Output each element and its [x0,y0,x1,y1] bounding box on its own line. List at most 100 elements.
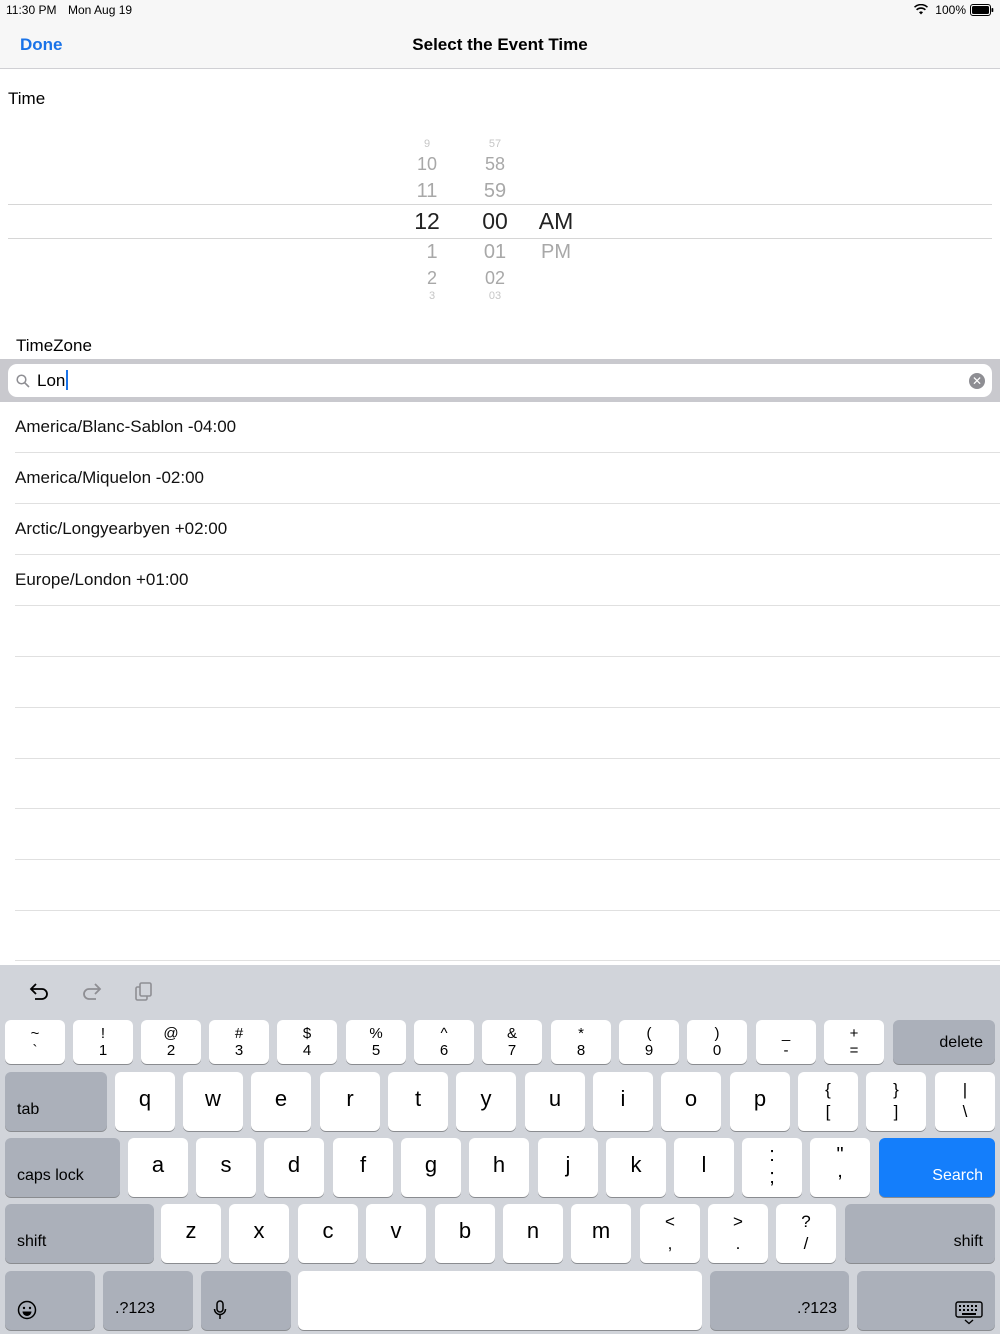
wifi-icon [914,4,928,15]
space-bar[interactable] [298,1271,702,1330]
numbers-key-right[interactable]: .?123 [710,1271,849,1330]
key-7[interactable]: & 7 [482,1020,542,1064]
picker-period[interactable]: PM [526,241,586,264]
dictation-key[interactable] [201,1271,291,1330]
paste-icon[interactable] [132,980,156,1004]
key-0[interactable]: ) 0 [687,1020,747,1064]
key-1[interactable]: ! 1 [73,1020,133,1064]
key-colon[interactable]: :; [742,1138,802,1197]
picker-period-selected[interactable]: AM [526,208,586,235]
key-f[interactable]: f [333,1138,393,1197]
picker-minute[interactable]: 57 [465,138,525,150]
key-slash[interactable]: ? / [776,1204,836,1263]
shift-key-right[interactable]: shift [845,1204,995,1263]
status-bar: 11:30 PM Mon Aug 19 100% [0,0,1000,20]
key-z[interactable]: z [161,1204,221,1263]
key-v[interactable]: v [366,1204,426,1263]
picker-hour[interactable]: 1 [402,241,462,264]
picker-minute[interactable]: 03 [465,290,525,302]
key-8[interactable]: * 8 [551,1020,611,1064]
delete-key[interactable]: delete [893,1020,995,1064]
row-separator [15,758,1000,759]
tab-key[interactable]: tab [5,1072,107,1131]
key-brace-left[interactable]: {[ [798,1072,858,1131]
picker-minute[interactable]: 01 [465,241,525,264]
list-item[interactable]: Arctic/Longyearbyen +02:00 [0,504,1000,555]
picker-minute[interactable]: 59 [465,180,525,203]
key-d[interactable]: d [264,1138,324,1197]
key-r[interactable]: r [320,1072,380,1131]
key-j[interactable]: j [538,1138,598,1197]
key-pipe[interactable]: | \ [935,1072,995,1131]
battery-icon [970,4,994,16]
numbers-key-left[interactable]: .?123 [103,1271,193,1330]
row-separator [15,808,1000,809]
key-b[interactable]: b [435,1204,495,1263]
picker-minute[interactable]: 02 [465,268,525,289]
search-input[interactable]: Lon [37,370,69,391]
key-2[interactable]: @2 [141,1020,201,1064]
key-brace-right[interactable]: }] [866,1072,926,1131]
key-comma[interactable]: <, [640,1204,700,1263]
key-q[interactable]: q [115,1072,175,1131]
key-x[interactable]: x [229,1204,289,1263]
key-9[interactable]: (9 [619,1020,679,1064]
key-equals[interactable]: + = [824,1020,884,1064]
key-3[interactable]: #3 [209,1020,269,1064]
key-g[interactable]: g [401,1138,461,1197]
key-c[interactable]: c [298,1204,358,1263]
key-period[interactable]: >. [708,1204,768,1263]
search-field[interactable]: Lon ✕ [8,364,992,397]
shift-key-left[interactable]: shift [5,1204,154,1263]
picker-minute[interactable]: 58 [465,154,525,175]
key-w[interactable]: w [183,1072,243,1131]
row-separator [15,859,1000,860]
key-t[interactable]: t [388,1072,448,1131]
key-tilde[interactable]: ~ ` [5,1020,65,1064]
clear-circle-icon[interactable]: ✕ [969,373,985,389]
undo-icon[interactable] [27,980,51,1004]
picker-minute-selected[interactable]: 00 [465,208,525,235]
page-title: Select the Event Time [412,35,588,54]
navigation-bar: Done Select the Event Time [0,20,1000,69]
caps-lock-key[interactable]: caps lock [5,1138,120,1197]
picker-hour[interactable]: 3 [402,290,462,302]
key-k[interactable]: k [606,1138,666,1197]
time-picker[interactable]: 9 10 11 12 1 2 3 57 58 59 00 01 02 03 AM… [0,120,1000,320]
key-l[interactable]: l [674,1138,734,1197]
key-4[interactable]: $4 [277,1020,337,1064]
picker-hour[interactable]: 2 [402,268,462,289]
key-n[interactable]: n [503,1204,563,1263]
key-u[interactable]: u [525,1072,585,1131]
key-m[interactable]: m [571,1204,631,1263]
hide-keyboard-key[interactable] [857,1271,995,1330]
list-item[interactable]: America/Miquelon -02:00 [0,453,1000,504]
key-quote[interactable]: ", [810,1138,870,1197]
redo-icon[interactable] [80,980,104,1004]
key-h[interactable]: h [469,1138,529,1197]
list-item[interactable]: Europe/London +01:00 [0,555,1000,606]
key-e[interactable]: e [251,1072,311,1131]
row-separator [15,707,1000,708]
key-5[interactable]: % 5 [346,1020,406,1064]
key-i[interactable]: i [593,1072,653,1131]
key-6[interactable]: ^ 6 [414,1020,474,1064]
list-item[interactable]: America/Blanc-Sablon -04:00 [0,402,1000,453]
row-separator [15,960,1000,961]
row-separator [15,910,1000,911]
key-p[interactable]: p [730,1072,790,1131]
key-minus[interactable]: _ - [756,1020,816,1064]
picker-hour[interactable]: 9 [397,138,457,150]
key-a[interactable]: a [128,1138,188,1197]
picker-hour-selected[interactable]: 12 [397,208,457,235]
key-y[interactable]: y [456,1072,516,1131]
picker-selection-bottom-line [8,238,992,239]
key-o[interactable]: o [661,1072,721,1131]
picker-hour[interactable]: 11 [397,180,457,203]
picker-hour[interactable]: 10 [397,154,457,175]
search-key[interactable]: Search [879,1138,995,1197]
microphone-icon [213,1300,227,1319]
emoji-key[interactable] [5,1271,95,1330]
row-separator [15,656,1000,657]
key-s[interactable]: s [196,1138,256,1197]
